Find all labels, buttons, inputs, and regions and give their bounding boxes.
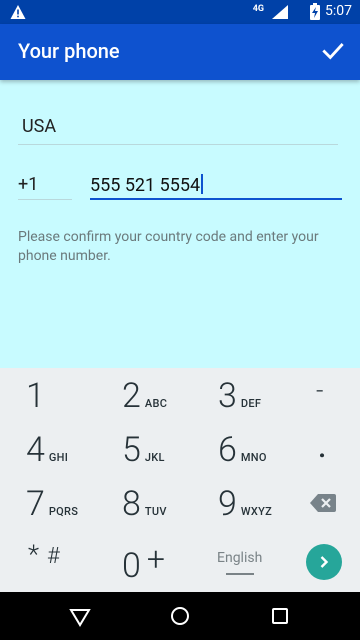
network-type: 4G xyxy=(252,4,264,14)
check-icon[interactable] xyxy=(320,38,346,64)
home-icon[interactable] xyxy=(168,604,192,628)
key-9[interactable]: 9 WXYZ xyxy=(218,484,272,524)
key-0-plus[interactable]: 0 + xyxy=(122,540,165,586)
key-2[interactable]: 2 ABC xyxy=(122,376,167,416)
backspace-icon[interactable] xyxy=(310,494,336,512)
country-field[interactable]: USA xyxy=(22,116,56,137)
clock: 5:07 xyxy=(325,3,352,19)
country-code-field[interactable]: +1 xyxy=(18,174,38,195)
language-key[interactable]: English xyxy=(217,550,262,566)
signal-icon xyxy=(272,5,288,19)
hint-text: Please confirm your country code and ent… xyxy=(18,229,319,264)
key-6[interactable]: 6 MNO xyxy=(218,430,267,470)
text-cursor xyxy=(201,174,204,194)
recents-icon[interactable] xyxy=(268,604,292,628)
numeric-keypad: 1 2 ABC 3 DEF - 4 GHI 5 JKL 6 MNO . 7 PQRS 8 TU… xyxy=(0,368,360,592)
page-title: Your phone xyxy=(18,39,120,63)
go-button[interactable] xyxy=(306,544,342,580)
key-5[interactable]: 5 JKL xyxy=(122,430,165,470)
navigation-bar xyxy=(0,592,360,640)
status-bar: 4G 5:07 xyxy=(0,0,360,24)
warning-icon xyxy=(10,5,26,19)
battery-icon xyxy=(310,3,320,20)
key-dot[interactable]: . xyxy=(318,430,326,465)
key-star-hash[interactable]: * # xyxy=(28,540,60,570)
phone-number-field[interactable]: 555 521 5554 xyxy=(90,174,204,196)
key-dash[interactable]: - xyxy=(316,376,323,406)
key-7[interactable]: 7 PQRS xyxy=(26,484,78,524)
key-1[interactable]: 1 xyxy=(26,376,45,416)
key-8[interactable]: 8 TUV xyxy=(122,484,167,524)
country-underline xyxy=(18,144,338,145)
phone-number-underline xyxy=(90,198,342,200)
key-3[interactable]: 3 DEF xyxy=(218,376,261,416)
chevron-right-icon xyxy=(320,556,329,568)
language-indicator xyxy=(226,573,254,575)
key-4[interactable]: 4 GHI xyxy=(26,430,68,470)
country-code-underline xyxy=(18,199,72,200)
back-icon[interactable] xyxy=(68,604,92,628)
phone-form: USA +1 555 521 5554 Please confirm your … xyxy=(0,80,360,368)
app-bar: Your phone xyxy=(0,24,360,80)
phone-number-value: 555 521 5554 xyxy=(90,175,201,196)
